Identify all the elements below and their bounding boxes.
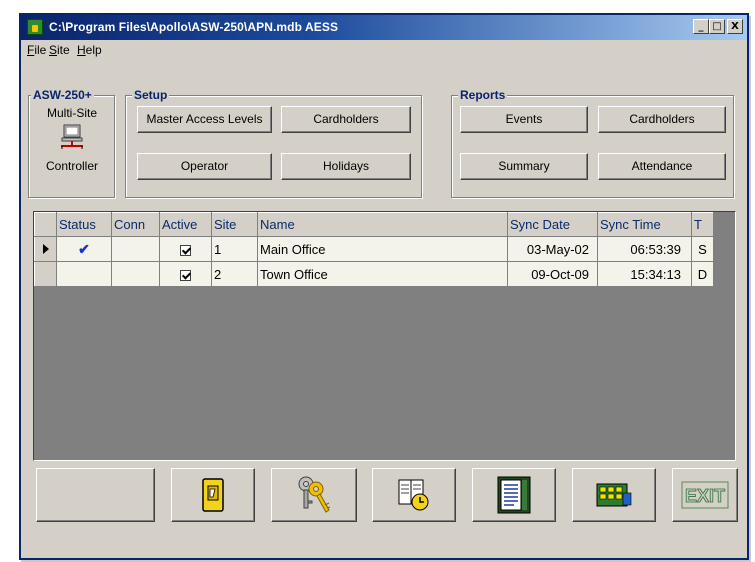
- table-row[interactable]: 2 Town Office 09-Oct-09 15:34:13 D: [34, 261, 714, 287]
- keypad-icon: [596, 483, 632, 507]
- book-clock-icon: [398, 479, 429, 511]
- setup-group: Setup Master Access Levels Cardholders O…: [125, 88, 422, 198]
- keys-button[interactable]: [271, 468, 357, 522]
- row-selector[interactable]: [34, 261, 57, 287]
- status-check-icon: ✔: [78, 240, 90, 257]
- holidays-button[interactable]: Holidays: [281, 153, 411, 180]
- table-row[interactable]: ✔ 1 Main Office 03-May-02 06:53:39 S: [34, 236, 714, 262]
- cell-sync-date[interactable]: 03-May-02: [507, 236, 598, 262]
- menu-help[interactable]: Help: [77, 43, 102, 57]
- setup-group-title: Setup: [132, 88, 170, 102]
- app-icon: [27, 19, 43, 35]
- row-pointer[interactable]: [34, 236, 57, 262]
- setup-cardholders-button[interactable]: Cardholders: [281, 106, 411, 133]
- summary-button[interactable]: Summary: [460, 153, 588, 180]
- main-window: C:\Program Files\Apollo\ASW-250\APN.mdb …: [19, 13, 749, 560]
- cell-site[interactable]: 2: [211, 261, 258, 287]
- door-icon: [202, 478, 224, 512]
- report-button[interactable]: [472, 468, 556, 522]
- multi-site-label: Multi-Site: [46, 106, 97, 120]
- computer-network-icon: [61, 124, 83, 149]
- cell-name[interactable]: Main Office: [257, 236, 508, 262]
- sites-table: Status Conn Active Site Name Sync Date S…: [34, 212, 714, 287]
- active-checkbox[interactable]: [180, 269, 191, 281]
- sites-grid[interactable]: Status Conn Active Site Name Sync Date S…: [33, 211, 736, 461]
- reports-group-title: Reports: [458, 88, 508, 102]
- master-access-levels-button[interactable]: Master Access Levels: [137, 106, 272, 133]
- cell-site[interactable]: 1: [211, 236, 258, 262]
- title-bar[interactable]: C:\Program Files\Apollo\ASW-250\APN.mdb …: [21, 15, 747, 40]
- reports-cardholders-button[interactable]: Cardholders: [598, 106, 726, 133]
- grid-header-row: Status Conn Active Site Name Sync Date S…: [34, 212, 714, 237]
- menu-file[interactable]: File: [27, 43, 46, 57]
- keypad-button[interactable]: [572, 468, 656, 522]
- column-header-status[interactable]: Status: [56, 212, 112, 237]
- cell-conn[interactable]: [111, 236, 160, 262]
- controller-label: Controller: [45, 159, 99, 173]
- cell-t[interactable]: S: [691, 236, 714, 262]
- cell-sync-time[interactable]: 06:53:39: [597, 236, 692, 262]
- exit-button[interactable]: EXIT: [672, 468, 738, 522]
- asw-group: ASW-250+ Multi-Site Controller: [28, 88, 115, 198]
- exit-label: EXIT: [685, 486, 725, 506]
- column-header-conn[interactable]: Conn: [111, 212, 160, 237]
- column-header-name[interactable]: Name: [257, 212, 508, 237]
- schedule-button[interactable]: [372, 468, 456, 522]
- report-icon: [497, 476, 531, 514]
- reports-group: Reports Events Cardholders Summary Atten…: [451, 88, 734, 198]
- cell-status[interactable]: [56, 261, 112, 287]
- row-pointer-icon: [42, 243, 49, 254]
- minimize-button[interactable]: _: [693, 19, 709, 34]
- keys-icon: [298, 476, 331, 513]
- cell-active[interactable]: [159, 236, 212, 262]
- column-header-site[interactable]: Site: [211, 212, 258, 237]
- cell-status[interactable]: ✔: [56, 236, 112, 262]
- door-button[interactable]: [171, 468, 255, 522]
- cell-t[interactable]: D: [691, 261, 714, 287]
- column-header-sync-time[interactable]: Sync Time: [597, 212, 692, 237]
- maximize-button[interactable]: □: [709, 19, 725, 34]
- attendance-button[interactable]: Attendance: [598, 153, 726, 180]
- operator-button[interactable]: Operator: [137, 153, 272, 180]
- multi-site-controller-button[interactable]: Multi-Site Controller: [33, 102, 111, 194]
- column-header-sync-date[interactable]: Sync Date: [507, 212, 598, 237]
- cell-name[interactable]: Town Office: [257, 261, 508, 287]
- exit-sign-icon: EXIT: [681, 481, 729, 509]
- column-header-t[interactable]: T: [691, 212, 714, 237]
- column-header-active[interactable]: Active: [159, 212, 212, 237]
- events-button[interactable]: Events: [460, 106, 588, 133]
- cell-active[interactable]: [159, 261, 212, 287]
- cell-sync-time[interactable]: 15:34:13: [597, 261, 692, 287]
- window-title: C:\Program Files\Apollo\ASW-250\APN.mdb …: [49, 20, 339, 34]
- row-selector-header: [34, 212, 57, 237]
- cell-conn[interactable]: [111, 261, 160, 287]
- blank-toolbar-button[interactable]: [36, 468, 155, 522]
- close-button[interactable]: X: [727, 19, 743, 34]
- active-checkbox[interactable]: [180, 244, 191, 256]
- menu-site[interactable]: Site: [49, 43, 70, 57]
- cell-sync-date[interactable]: 09-Oct-09: [507, 261, 598, 287]
- asw-group-title: ASW-250+: [31, 88, 94, 102]
- menu-bar: File Site Help: [21, 41, 747, 59]
